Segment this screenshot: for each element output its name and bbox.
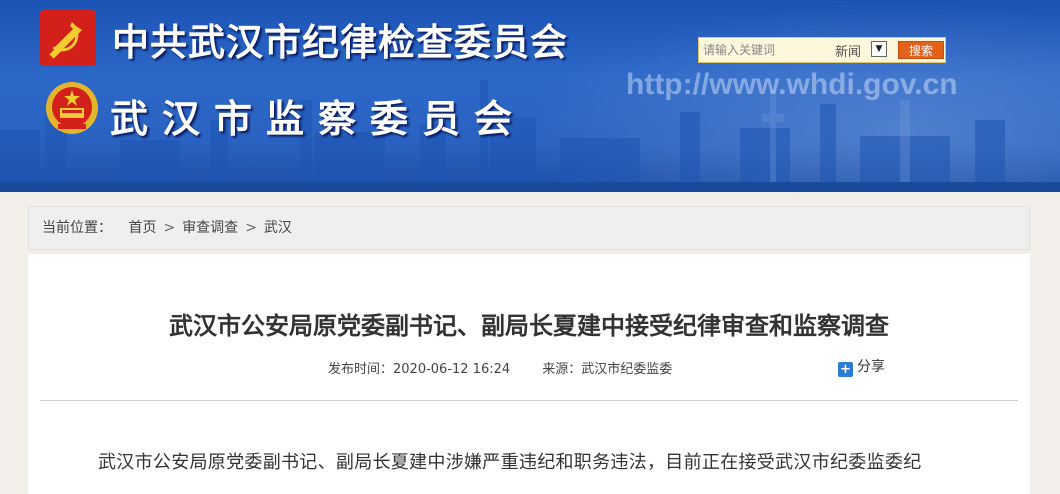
- article-title: 武汉市公安局原党委副书记、副局长夏建中接受纪律审查和监察调查: [169, 312, 889, 340]
- breadcrumb-label: 当前位置：: [42, 220, 112, 236]
- breadcrumb: 当前位置： 首页 > 审查调查 > 武汉: [28, 206, 1030, 250]
- breadcrumb-category-link[interactable]: 审查调查: [182, 220, 238, 236]
- article-source: 来源：武汉市纪委监委: [542, 362, 673, 377]
- site-url-watermark: http://www.whdi.gov.cn: [626, 68, 958, 101]
- party-emblem-icon: [40, 10, 96, 66]
- search-box: 新闻 ▼ 搜索: [698, 37, 946, 63]
- content-divider: [40, 400, 1018, 401]
- scope-dropdown[interactable]: ▼: [871, 41, 887, 57]
- search-scope-label: 新闻: [835, 45, 862, 60]
- article-meta: 发布时间：2020-06-12 16:24 来源：武汉市纪委监委: [328, 358, 672, 377]
- publish-time: 发布时间：2020-06-12 16:24: [328, 362, 511, 377]
- share-label: 分享: [857, 359, 885, 375]
- search-button[interactable]: 搜索: [898, 41, 944, 59]
- chevron-down-icon: ▼: [875, 44, 883, 54]
- search-input[interactable]: [703, 41, 821, 59]
- breadcrumb-region-link[interactable]: 武汉: [264, 220, 292, 236]
- breadcrumb-separator: >: [245, 220, 257, 236]
- share-button[interactable]: + 分享: [838, 356, 885, 377]
- article-panel: 武汉市公安局原党委副书记、副局长夏建中接受纪律审查和监察调查 发布时间：2020…: [28, 254, 1030, 494]
- banner-bottom-band: [0, 182, 1060, 192]
- breadcrumb-separator: >: [163, 220, 176, 236]
- org-title-supervision: 武汉市监察委员会: [110, 97, 527, 141]
- breadcrumb-home-link[interactable]: 首页: [128, 220, 156, 236]
- national-emblem-icon: [46, 82, 98, 134]
- header-banner: 中共武汉市纪律检查委员会 武汉市监察委员会 http://www.whdi.go…: [0, 0, 1060, 192]
- article-body-paragraph: 武汉市公安局原党委副书记、副局长夏建中涉嫌严重违纪和职务违法，目前正在接受武汉市…: [98, 452, 922, 473]
- plus-icon: +: [838, 362, 853, 377]
- org-title-discipline: 中共武汉市纪律检查委员会: [112, 21, 568, 64]
